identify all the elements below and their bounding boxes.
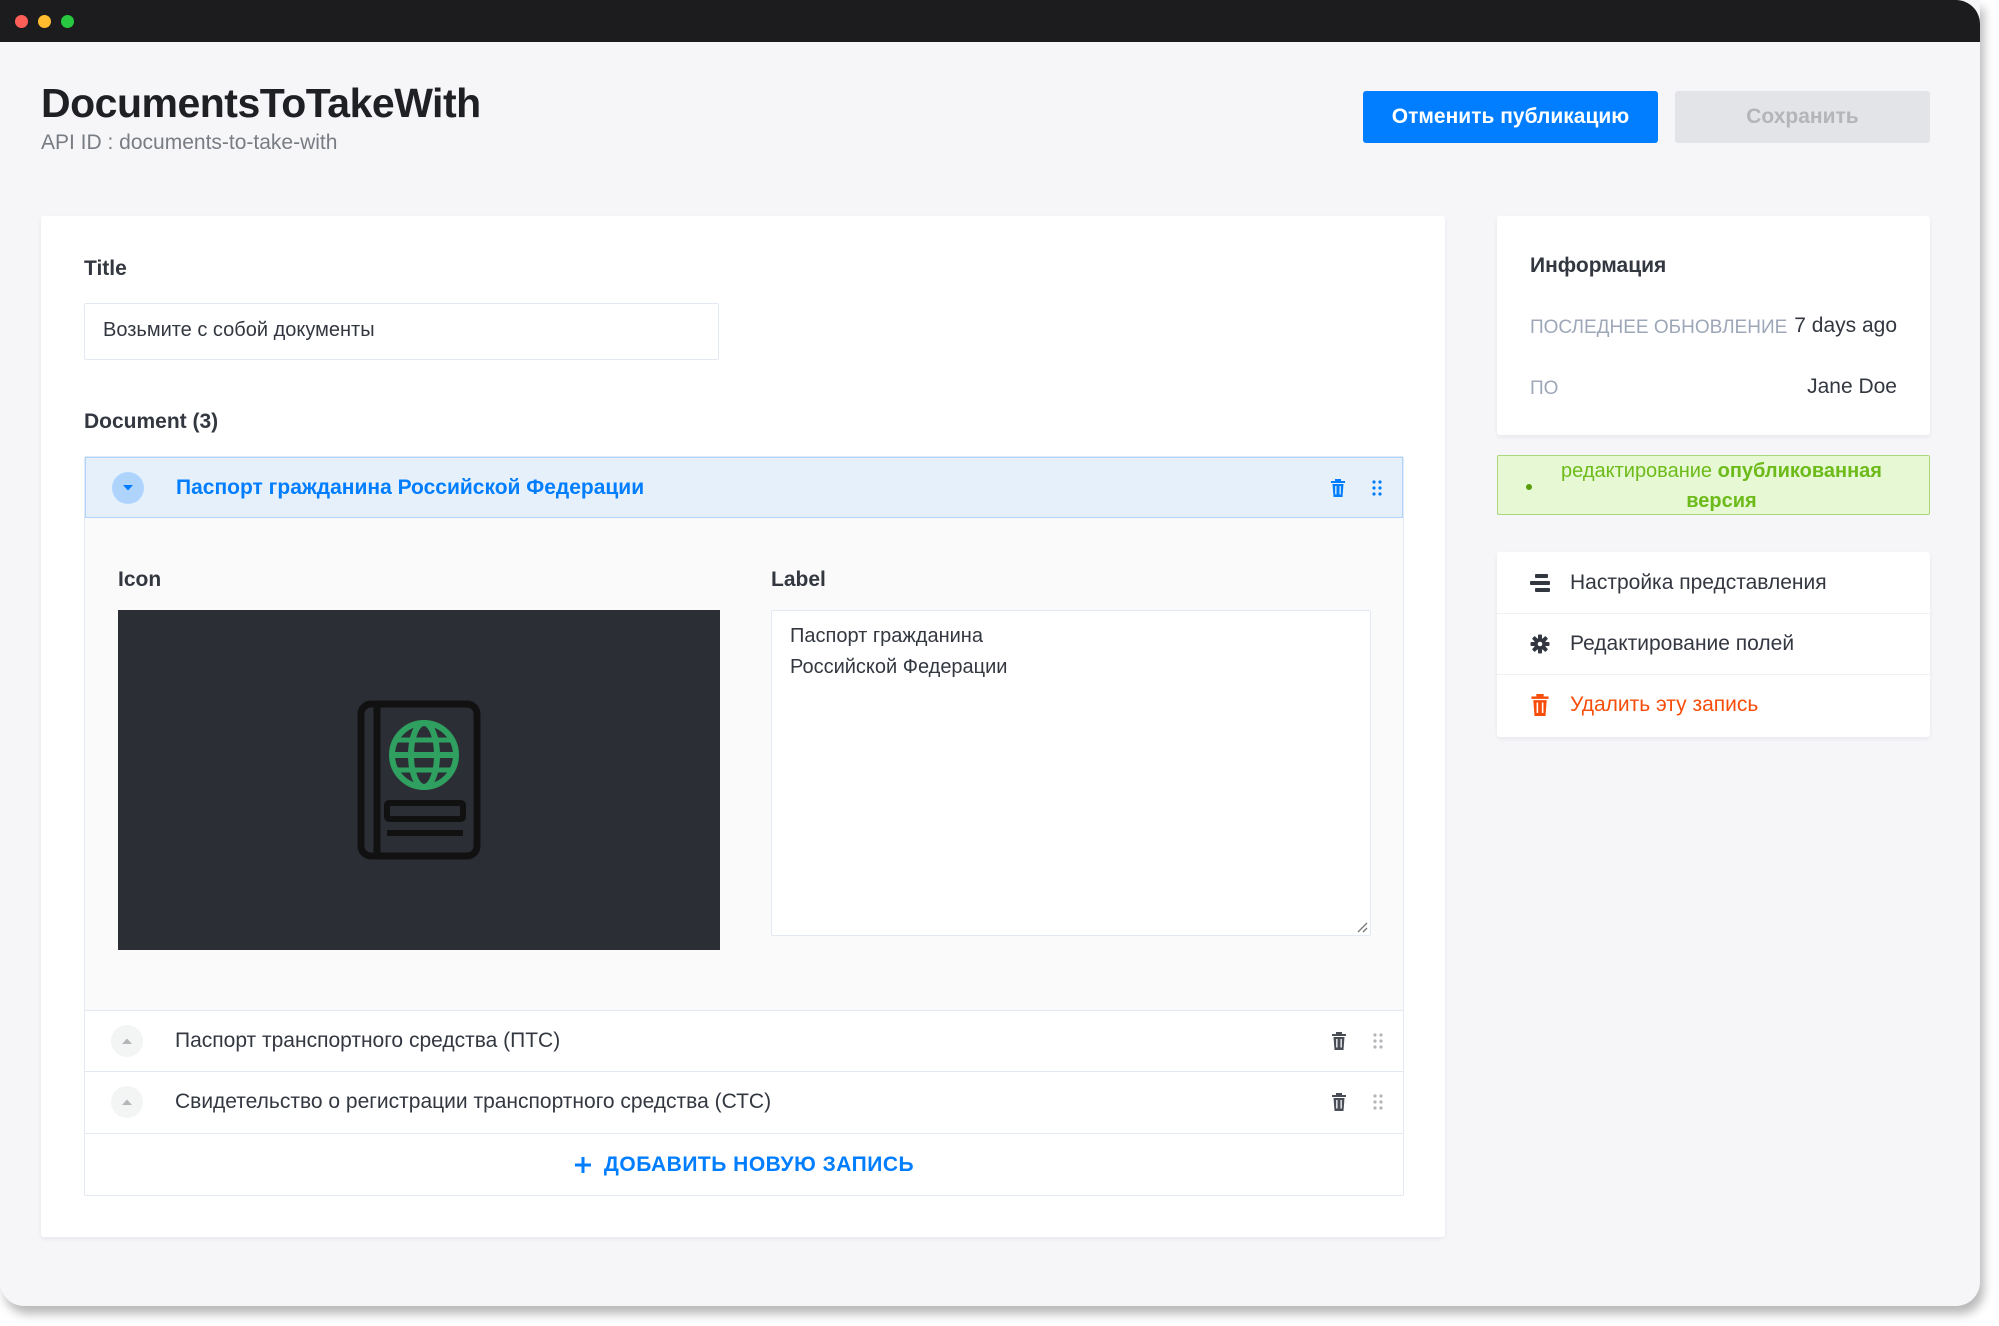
delete-item-button[interactable]	[1331, 1093, 1347, 1111]
edit-fields-label: Редактирование полей	[1570, 632, 1795, 655]
author-key: по	[1530, 378, 1559, 399]
trash-icon	[1332, 1032, 1346, 1050]
trash-icon	[1332, 1093, 1346, 1111]
document-item-header-expanded[interactable]: Паспорт гражданина Российской Федерации	[85, 457, 1403, 518]
delete-item-button[interactable]	[1330, 478, 1346, 497]
info-card: Информация последнее обновление 7 days a…	[1497, 216, 1930, 435]
document-field-label: Document (3)	[84, 410, 219, 433]
delete-entry-link[interactable]: Удалить эту запись	[1497, 674, 1930, 735]
delete-entry-label: Удалить эту запись	[1570, 693, 1759, 716]
last-update-value: 7 days ago	[1794, 314, 1897, 337]
icon-field-label: Icon	[118, 568, 162, 591]
drag-handle[interactable]	[1373, 1094, 1383, 1110]
status-prefix: редактирование	[1561, 460, 1713, 482]
actions-card: Настройка представления Редактирование п…	[1497, 552, 1930, 737]
document-item-body: Icon Label Паспорт гражданина Российской…	[85, 518, 1403, 1010]
layout-icon	[1527, 570, 1553, 596]
status-dot-icon	[1526, 484, 1532, 490]
app-window: DocumentsToTakeWith API ID : documents-t…	[0, 0, 1980, 1306]
status-strong: опубликованная версия	[1686, 460, 1882, 512]
expand-button[interactable]	[111, 1086, 143, 1118]
drag-handle[interactable]	[1372, 479, 1382, 496]
document-item-collapsed[interactable]: Паспорт транспортного средства (ПТС)	[85, 1010, 1403, 1071]
close-window-button[interactable]	[15, 15, 28, 28]
api-id: API ID : documents-to-take-with	[41, 131, 338, 154]
add-entry-button[interactable]: ДОБАВИТЬ НОВУЮ ЗАПИСЬ	[85, 1133, 1403, 1195]
author-value: Jane Doe	[1807, 375, 1897, 398]
last-update-key: последнее обновление	[1530, 317, 1788, 338]
document-item-collapsed[interactable]: Свидетельство о регистрации транспортног…	[85, 1071, 1403, 1132]
minimize-window-button[interactable]	[38, 15, 51, 28]
drag-handle-icon	[1373, 1033, 1383, 1049]
drag-handle-icon	[1372, 479, 1382, 496]
passport-icon	[357, 700, 481, 860]
icon-media-preview[interactable]	[118, 610, 720, 950]
trash-icon	[1331, 478, 1345, 497]
document-item-title: Паспорт транспортного средства (ПТС)	[175, 1029, 561, 1052]
unpublish-button[interactable]: Отменить публикацию	[1363, 91, 1658, 143]
label-textarea[interactable]: Паспорт гражданина Российской Федерации	[771, 610, 1371, 936]
label-field-label: Label	[771, 568, 826, 591]
gear-icon	[1527, 631, 1553, 657]
add-entry-label: ДОБАВИТЬ НОВУЮ ЗАПИСЬ	[603, 1152, 915, 1176]
drag-handle-icon	[1373, 1094, 1383, 1110]
delete-item-button[interactable]	[1331, 1032, 1347, 1050]
save-button[interactable]: Сохранить	[1675, 91, 1930, 143]
configure-view-label: Настройка представления	[1570, 570, 1827, 594]
edit-fields-link[interactable]: Редактирование полей	[1497, 613, 1930, 674]
title-input[interactable]: Возьмите с собой документы	[84, 303, 719, 360]
resize-grip-icon[interactable]	[1356, 921, 1368, 933]
chevron-up-icon	[122, 1099, 132, 1105]
info-title: Информация	[1530, 254, 1667, 277]
maximize-window-button[interactable]	[61, 15, 74, 28]
collapse-button[interactable]	[112, 471, 144, 504]
plus-icon	[574, 1156, 591, 1173]
expand-button[interactable]	[111, 1025, 143, 1057]
configure-view-link[interactable]: Настройка представления	[1497, 552, 1930, 613]
title-field-label: Title	[84, 257, 127, 280]
document-list: Паспорт гражданина Российской Федерации …	[84, 456, 1404, 1196]
trash-icon	[1527, 692, 1553, 718]
drag-handle[interactable]	[1373, 1033, 1383, 1049]
document-item-title: Свидетельство о регистрации транспортног…	[175, 1090, 772, 1113]
chevron-down-icon	[123, 484, 133, 490]
chevron-up-icon	[122, 1038, 132, 1044]
window-titlebar	[0, 0, 1980, 42]
page-title: DocumentsToTakeWith	[41, 80, 481, 126]
document-item-title: Паспорт гражданина Российской Федерации	[176, 475, 645, 499]
publication-status-badge: редактирование опубликованная версия	[1497, 455, 1930, 515]
